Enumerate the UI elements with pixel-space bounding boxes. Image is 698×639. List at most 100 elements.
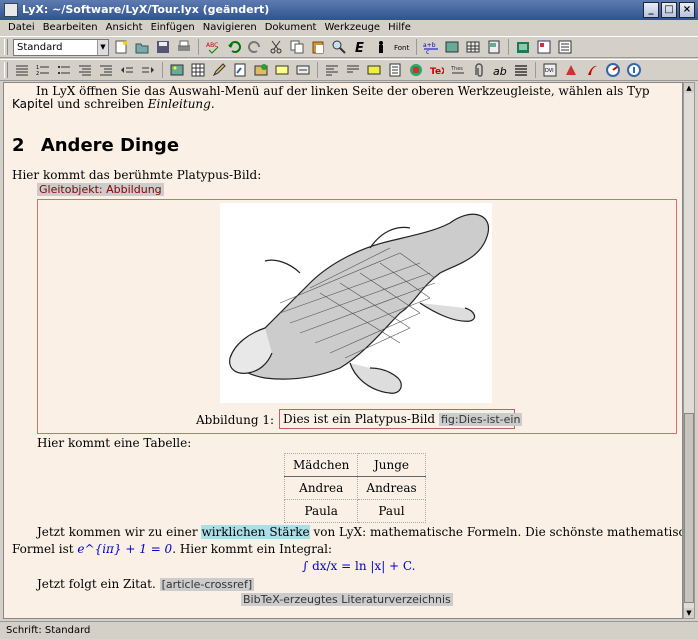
vertical-scrollbar[interactable]: ▲ ▼ — [683, 82, 695, 619]
math-paragraph-text: Jetzt kommen wir zu einer — [37, 525, 202, 539]
export-icon[interactable] — [625, 61, 643, 79]
cross-reference-icon[interactable] — [294, 61, 312, 79]
menu-navigieren[interactable]: Navigieren — [199, 20, 261, 36]
citation-icon[interactable] — [323, 61, 341, 79]
include-file-icon[interactable] — [386, 61, 404, 79]
citation-ref[interactable]: [article-crossref] — [159, 578, 255, 591]
font-settings-icon[interactable]: Font — [393, 38, 411, 56]
paragraph-style-value: Standard — [17, 41, 63, 53]
svg-text:DVI: DVI — [545, 68, 554, 74]
paste-icon[interactable] — [309, 38, 327, 56]
formula-intro: Formel ist — [12, 542, 78, 556]
scrollbar-thumb[interactable] — [684, 413, 694, 603]
paragraph-settings-icon[interactable] — [512, 61, 530, 79]
document-workarea[interactable]: In LyX öffnen Sie das Auswahl-Menü auf d… — [3, 82, 683, 619]
bibtex-bibliography[interactable]: BibTeX-erzeugtes Literaturverzeichnis — [241, 593, 453, 606]
extra-toolbar: 12 TeX Thes ab DVI — [0, 59, 698, 81]
find-replace-icon[interactable] — [330, 38, 348, 56]
outdent-icon[interactable] — [97, 61, 115, 79]
insert-component-icon[interactable] — [407, 61, 425, 79]
table-cell[interactable]: Junge — [357, 453, 426, 477]
footnote-icon[interactable] — [231, 61, 249, 79]
table-of-contents-icon[interactable] — [556, 38, 574, 56]
copy-icon[interactable] — [288, 38, 306, 56]
view-dvi-icon[interactable] — [535, 38, 553, 56]
paragraph-style-combo[interactable]: Standard ▼ — [13, 38, 109, 56]
toolbar-handle[interactable] — [4, 62, 8, 78]
menu-hilfe[interactable]: Hilfe — [384, 20, 415, 36]
maximize-button[interactable]: □ — [661, 2, 677, 18]
toolbar-separator — [535, 62, 536, 78]
insert-note-icon[interactable] — [485, 38, 503, 56]
table-cell[interactable]: Andrea — [283, 476, 359, 500]
svg-text:c: c — [426, 49, 429, 54]
label-icon[interactable] — [273, 61, 291, 79]
svg-text:a+b: a+b — [423, 42, 436, 49]
indent-icon[interactable] — [118, 61, 136, 79]
redo-icon[interactable] — [246, 38, 264, 56]
tex-code-icon[interactable]: TeX — [428, 61, 446, 79]
insert-graphics-icon[interactable] — [443, 38, 461, 56]
menu-werkzeuge[interactable]: Werkzeuge — [320, 20, 384, 36]
menu-ansicht[interactable]: Ansicht — [102, 20, 147, 36]
view-pdf-icon[interactable] — [583, 61, 601, 79]
index-entry-icon[interactable] — [344, 61, 362, 79]
insert-image-icon[interactable] — [168, 61, 186, 79]
toolbar-handle[interactable] — [4, 39, 8, 55]
description-list-icon[interactable] — [76, 61, 94, 79]
figure-caption-box[interactable]: Dies ist ein Platypus-Bild fig:Dies-ist-… — [279, 409, 523, 429]
menu-einfuegen[interactable]: Einfügen — [147, 20, 199, 36]
close-button[interactable]: × — [679, 2, 695, 18]
highlighted-phrase[interactable]: wirklichen Stärke — [201, 525, 310, 539]
menu-dokument[interactable]: Dokument — [261, 20, 321, 36]
scroll-up-icon[interactable]: ▲ — [684, 83, 694, 93]
toc-view-icon[interactable] — [514, 38, 532, 56]
chevron-down-icon: ▼ — [97, 39, 108, 55]
pencil-note-icon[interactable] — [210, 61, 228, 79]
spellcheck-icon[interactable]: ABC — [204, 38, 222, 56]
minimize-button[interactable]: _ — [643, 2, 659, 18]
table-cell[interactable]: Andreas — [357, 476, 426, 500]
view-dvi-output-icon[interactable]: DVI — [541, 61, 559, 79]
undo-icon[interactable] — [225, 38, 243, 56]
menu-datei[interactable]: Datei — [4, 20, 39, 36]
toolbar-separator — [508, 39, 509, 55]
integral-formula[interactable]: ∫ dx/x = ln |x| + C. — [302, 559, 416, 573]
table-cell[interactable]: Mädchen — [283, 453, 359, 477]
citation-text: Jetzt folgt ein Zitat. — [37, 577, 160, 591]
text-style-icon[interactable]: ab — [491, 61, 509, 79]
menu-bearbeiten[interactable]: Bearbeiten — [39, 20, 102, 36]
depth-icon[interactable] — [139, 61, 157, 79]
emphasis-icon[interactable]: E — [351, 38, 369, 56]
euler-formula[interactable]: e^{iπ} + 1 = 0 — [77, 542, 172, 556]
toolbar-separator — [317, 62, 318, 78]
noun-style-icon[interactable] — [372, 38, 390, 56]
table-cell[interactable]: Paula — [283, 499, 359, 523]
math-mode-icon[interactable]: a+b c — [422, 38, 440, 56]
figure-label[interactable]: fig:Dies-ist-ein — [438, 413, 523, 426]
cut-icon[interactable] — [267, 38, 285, 56]
update-output-icon[interactable] — [604, 61, 622, 79]
numbered-list-icon[interactable]: 12 — [34, 61, 52, 79]
url-icon[interactable] — [365, 61, 383, 79]
margin-note-icon[interactable] — [252, 61, 270, 79]
insert-table-icon[interactable] — [464, 38, 482, 56]
data-table[interactable]: Mädchen Junge Andrea Andreas Paula Paul — [283, 453, 426, 523]
scroll-down-icon[interactable]: ▼ — [684, 608, 694, 618]
platypus-image[interactable] — [220, 203, 492, 403]
thesaurus-icon[interactable]: Thes — [449, 61, 467, 79]
citation-paragraph: Jetzt folgt ein Zitat. [article-crossref… — [37, 577, 255, 591]
table-grid-icon[interactable] — [189, 61, 207, 79]
save-icon[interactable] — [154, 38, 172, 56]
view-postscript-icon[interactable] — [562, 61, 580, 79]
print-icon[interactable] — [175, 38, 193, 56]
paperclip-icon[interactable] — [470, 61, 488, 79]
table-cell[interactable]: Paul — [357, 499, 426, 523]
bullet-list-icon[interactable] — [55, 61, 73, 79]
paragraph-intro-line2: Kapitel und schreiben Einleitung. — [12, 97, 215, 111]
float-inset-label[interactable]: Gleitobjekt: Abbildung — [37, 183, 164, 196]
window-titlebar: LyX: ~/Software/LyX/Tour.lyx (geändert) … — [0, 0, 698, 20]
align-justify-icon[interactable] — [13, 61, 31, 79]
new-document-icon[interactable] — [112, 38, 130, 56]
open-document-icon[interactable] — [133, 38, 151, 56]
